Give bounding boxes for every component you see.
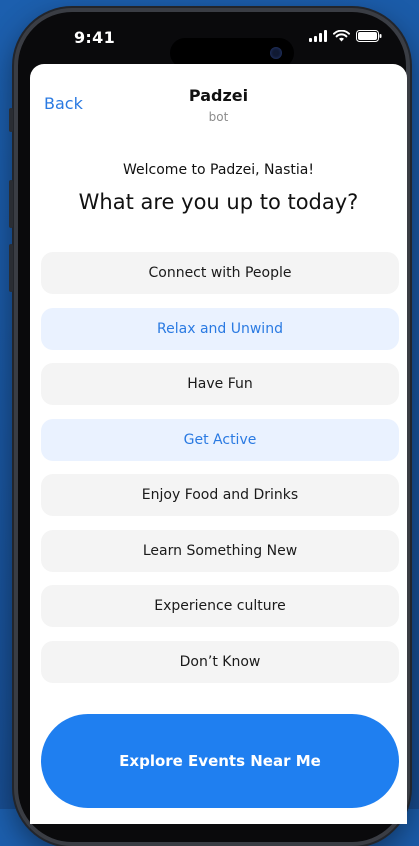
welcome-message: Welcome to Padzei, Nastia! xyxy=(123,162,314,178)
option-label: Enjoy Food and Drinks xyxy=(141,487,299,503)
option-have-fun[interactable]: Have Fun xyxy=(41,363,399,405)
question-heading: What are you up to today? xyxy=(78,190,359,214)
option-enjoy-food-and-drinks[interactable]: Enjoy Food and Drinks xyxy=(41,474,399,516)
option-label: Have Fun xyxy=(187,376,253,392)
chat-subtitle: bot xyxy=(208,110,229,124)
option-experience-culture[interactable]: Experience culture xyxy=(41,585,399,627)
volume-up-button xyxy=(9,180,13,228)
wifi-icon xyxy=(333,30,350,42)
navigation-bar: Back Padzei bot xyxy=(30,64,407,134)
front-camera-icon xyxy=(270,47,282,59)
status-time: 9:41 xyxy=(74,28,115,47)
explore-events-button[interactable]: Explore Events Near Me xyxy=(41,714,399,808)
chat-title: Padzei xyxy=(188,86,249,105)
option-label: Relax and Unwind xyxy=(157,320,283,337)
option-label: Don’t Know xyxy=(179,653,261,670)
mute-switch xyxy=(9,108,13,132)
option-dont-know[interactable]: Don’t Know xyxy=(41,640,399,683)
status-bar: 9:41 xyxy=(14,8,410,68)
option-label: Learn Something New xyxy=(142,542,298,559)
options-list: Connect with People Relax and Unwind Hav… xyxy=(41,252,399,696)
option-label: Experience culture xyxy=(154,598,286,614)
option-connect-with-people[interactable]: Connect with People xyxy=(41,252,399,294)
option-learn-something-new[interactable]: Learn Something New xyxy=(41,529,399,572)
option-relax-and-unwind[interactable]: Relax and Unwind xyxy=(41,307,399,350)
cellular-signal-icon xyxy=(309,30,327,42)
option-get-active[interactable]: Get Active xyxy=(41,418,399,461)
app-screen: Back Padzei bot Welcome to Padzei, Nasti… xyxy=(30,64,407,824)
volume-down-button xyxy=(9,244,13,292)
battery-icon xyxy=(356,30,382,42)
option-label: Get Active xyxy=(183,431,257,448)
option-label: Connect with People xyxy=(148,265,292,281)
status-icons xyxy=(309,30,382,42)
explore-events-label: Explore Events Near Me xyxy=(119,752,321,770)
